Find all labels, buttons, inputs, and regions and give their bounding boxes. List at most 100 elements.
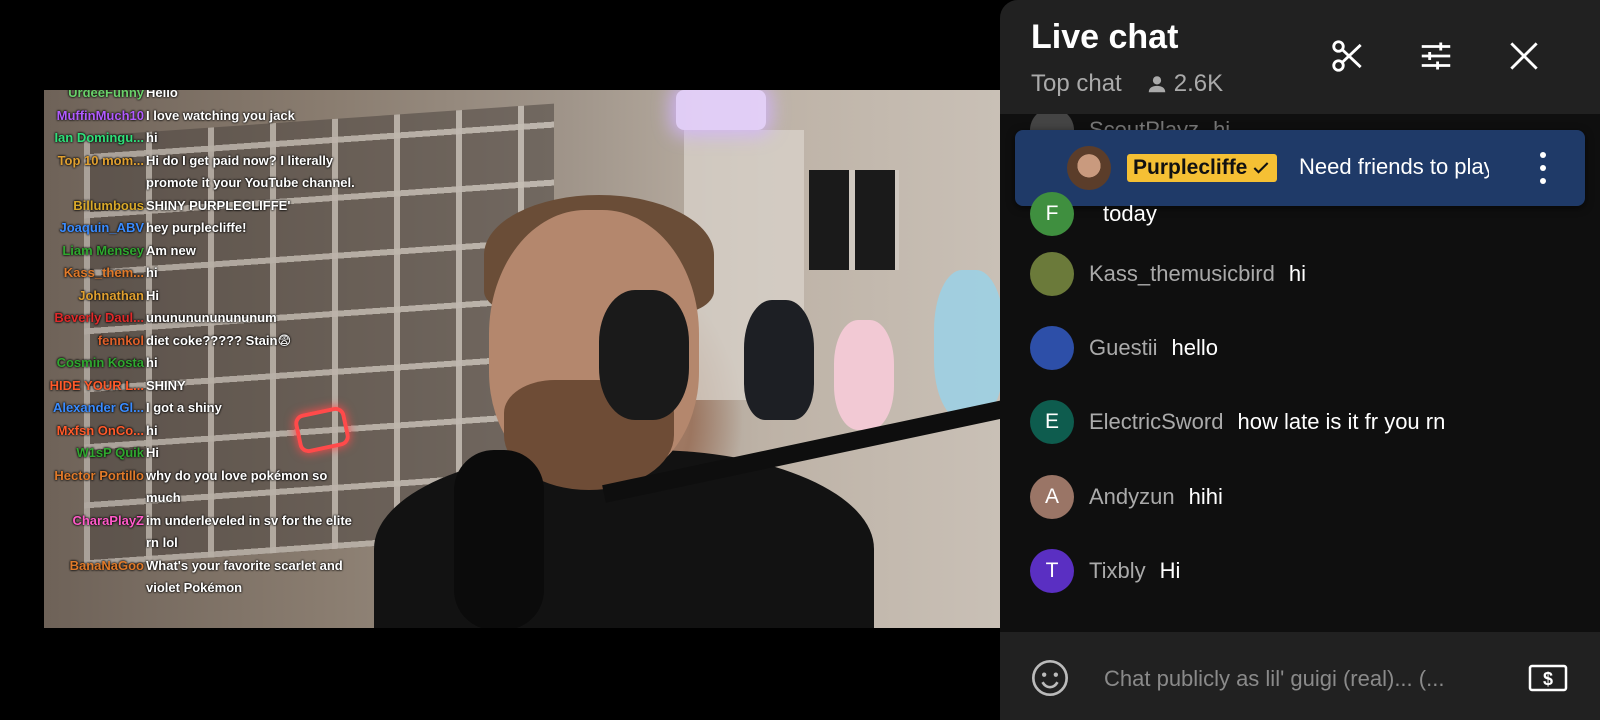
overlay-chat-row: CharaPlayZ im underleveled in sv for the … (44, 510, 364, 555)
neon-sign (676, 90, 766, 130)
chat-author[interactable]: Andyzun (1089, 484, 1175, 510)
avatar[interactable]: A (1030, 475, 1074, 519)
plush-toy (934, 270, 1000, 420)
chat-author[interactable]: Tixbly (1089, 558, 1146, 584)
overlay-chat-text: hi (146, 265, 158, 280)
overlay-chat-text: hi (146, 130, 158, 145)
close-button[interactable] (1502, 34, 1546, 78)
overlay-chat-text: SHINY PURPLECLIFFE' (146, 197, 291, 213)
filter-icon (1421, 42, 1451, 70)
overlay-chat-row: Top 10 mom... Hi do I get paid now? I lit… (44, 150, 364, 195)
chat-message[interactable]: A Andyzun hihi (1030, 475, 1590, 519)
overlay-chat-text: hi (146, 422, 158, 438)
chat-text: Hi (1159, 558, 1181, 583)
overlay-chat-author: Hector Portillo (54, 467, 144, 483)
overlay-chat-author: HIDE YOUR L... (49, 377, 144, 393)
overlay-chat-row: Kass_them... hi (44, 262, 364, 285)
overlay-chat-author: Ian Domingu... (54, 130, 144, 145)
overlay-chat-author: Joaquin_ABV (59, 220, 144, 235)
chat-author[interactable]: ElectricSword (1089, 409, 1223, 435)
overlay-chat-row: MuffinMuch10 I love watching you jack (44, 105, 364, 128)
overlay-chat-text: diet coke????? Stain😨 (146, 332, 292, 348)
chat-text: hello (1171, 335, 1218, 360)
chat-footer: $ (1000, 632, 1600, 720)
pinned-text: Need friends to play (1299, 154, 1489, 179)
overlay-chat-author: Billumbous (73, 197, 144, 213)
overlay-chat-row: UrdeeFunny Hello (44, 90, 364, 105)
avatar[interactable]: F (1030, 192, 1074, 236)
chat-header: Live chat Top chat 2.6K (1000, 0, 1600, 114)
overlay-chat-row: Alexander Gl... I got a shiny (44, 397, 364, 420)
overlay-chat-text: Hello (146, 90, 178, 100)
overlay-chat-row: HIDE YOUR L... SHINY (44, 375, 364, 398)
overlay-chat-author: UrdeeFunny (68, 90, 144, 100)
avatar[interactable]: E (1030, 400, 1074, 444)
overlay-chat-author: Johnathan (78, 287, 144, 303)
plush-toy (744, 300, 814, 420)
overlay-chat-author: W1sP Quik (76, 445, 144, 460)
super-chat-icon[interactable]: $ (1528, 664, 1568, 692)
overlay-chat-author: Mxfsn OnCo... (56, 422, 144, 438)
overlay-chat-row: fennkol diet coke????? Stain😨 (44, 330, 364, 353)
overlay-chat-author: MuffinMuch10 (56, 107, 144, 123)
avatar[interactable] (1030, 326, 1074, 370)
chat-message[interactable]: Kass_themusicbird hi (1030, 252, 1590, 296)
chat-message[interactable]: E ElectricSword how late is it fr you rn (1030, 400, 1590, 444)
video-player[interactable]: UrdeeFunny Hello MuffinMuch10 I love watchi… (44, 90, 1000, 628)
overlay-chat-text: hey purplecliffe! (146, 220, 247, 235)
overlay-chat-text: SHINY (146, 377, 186, 393)
overlay-chat-row: Beverly Daul... unununununununum (44, 307, 364, 330)
chat-mode-label: Top chat (1031, 70, 1122, 97)
chat-input[interactable] (1104, 662, 1494, 696)
viewer-count: 2.6K (1173, 70, 1224, 97)
avatar[interactable]: T (1030, 549, 1074, 593)
chat-text: hi (1288, 261, 1306, 286)
person-icon (1148, 76, 1165, 93)
overlay-chat-text: Hi (146, 445, 159, 460)
chat-text: how late is it fr you rn (1237, 409, 1446, 434)
close-icon (1510, 42, 1538, 70)
emoji-icon[interactable] (1030, 658, 1070, 698)
overlay-chat-row: Liam Mensey Am new (44, 240, 364, 263)
chat-author[interactable]: Kass_themusicbird (1089, 261, 1275, 287)
chat-message[interactable]: Ftoday (1030, 192, 1590, 236)
chat-message[interactable]: Guestii hello (1030, 326, 1590, 370)
chat-text: hihi (1188, 484, 1223, 509)
overlay-chat-text: Hi (146, 287, 159, 303)
overlay-chat-author: Liam Mensey (62, 242, 144, 258)
overlay-chat-author: Alexander Gl... (52, 400, 144, 415)
clip-icon (1332, 40, 1362, 72)
overlay-chat-text: What's your favorite scarlet and violet … (146, 557, 343, 596)
overlay-chat-author: Beverly Daul... (54, 310, 144, 325)
overlay-chat-text: Hi do I get paid now? I literally promot… (146, 152, 355, 191)
chat-author[interactable]: Guestii (1089, 335, 1157, 361)
stream-chat-overlay: UrdeeFunny Hello MuffinMuch10 I love watchi… (44, 90, 364, 600)
headphones (599, 290, 689, 420)
overlay-chat-author: Kass_them... (63, 265, 144, 280)
overlay-chat-text: Am new (146, 242, 196, 258)
owner-badge: Purplecliffe (1127, 154, 1278, 182)
chat-message[interactable]: T Tixbly Hi (1030, 549, 1590, 593)
overlay-chat-row: Hector Portillo why do you love pokémon s… (44, 465, 364, 510)
overlay-chat-text: hi (146, 355, 158, 370)
overlay-chat-text: I got a shiny (146, 400, 222, 415)
more-vert-icon[interactable] (1535, 150, 1551, 186)
overlay-chat-row: Billumbous SHINY PURPLECLIFFE' (44, 195, 364, 218)
chat-title: Live chat (1031, 18, 1179, 56)
check-icon (1253, 162, 1269, 174)
overlay-chat-text: im underleveled in sv for the elite rn l… (146, 512, 352, 551)
filter-button[interactable] (1414, 34, 1458, 78)
overlay-chat-text: unununununununum (146, 310, 277, 325)
svg-text:$: $ (1543, 669, 1553, 689)
overlay-chat-row: W1sP Quik Hi (44, 442, 364, 465)
overlay-chat-text: I love watching you jack (146, 107, 295, 123)
live-chat-panel: ScoutPlayz hi Live chat Top chat 2.6K (1000, 0, 1600, 720)
plush-toy (834, 320, 894, 430)
overlay-chat-row: Cosmin Kosta hi (44, 352, 364, 375)
clip-button[interactable] (1326, 34, 1370, 78)
avatar[interactable] (1030, 252, 1074, 296)
chat-mode-selector[interactable]: Top chat 2.6K (1031, 70, 1223, 98)
overlay-chat-row: Ian Domingu... hi (44, 127, 364, 150)
chat-text: today (1103, 201, 1157, 226)
overlay-chat-author: BanaNaGoo (69, 557, 144, 573)
